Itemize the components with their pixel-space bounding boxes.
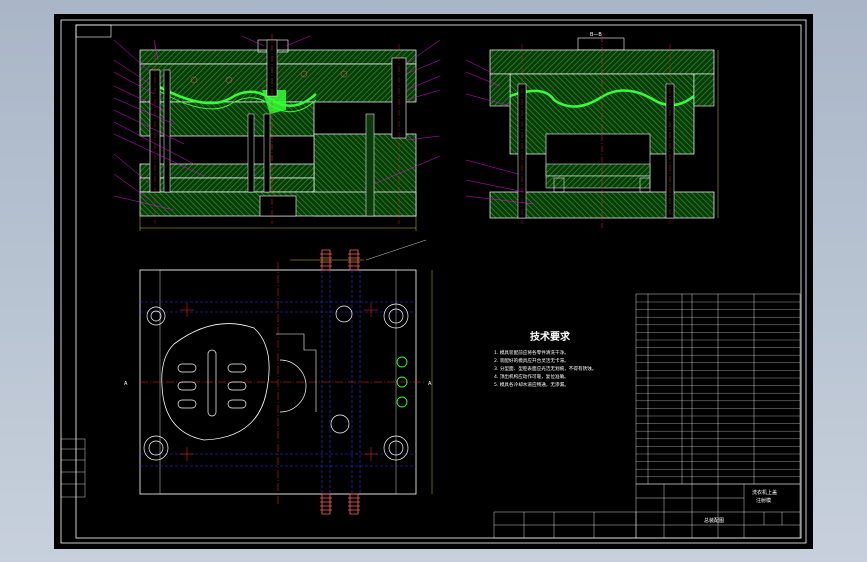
section-marker-left: A [124,381,128,387]
drawing-title-line-1: 洗衣机上盖 [752,489,777,496]
drawing-sheet: A A B—B 技术要求 1. 模具装配前应将各零件清洗干净。 2. 装配好的模… [54,14,813,549]
tech-requirement-2: 2. 装配好的模具应开合灵活无卡滞。 [494,357,569,364]
revision-table [60,438,86,498]
corner-label-box [75,24,112,38]
section-view-b-b [465,36,719,228]
tech-requirement-1: 1. 模具装配前应将各零件清洗干净。 [494,349,569,356]
drawing-title-line-2: 注射模 [756,497,771,504]
tech-requirement-5: 5. 模具各冷却水道应畅通，无渗漏。 [494,381,569,388]
plan-view: A A [124,239,433,515]
drawing-name: 总装配图 [704,517,724,524]
section-marker-right: A [428,381,432,387]
section-title-b-b: B—B [590,32,602,38]
tech-requirements-title: 技术要求 [530,330,571,343]
technical-requirements: 技术要求 1. 模具装配前应将各零件清洗干净。 2. 装配好的模具应开合灵活无卡… [494,330,596,388]
assembly-drawing: A A B—B 技术要求 1. 模具装配前应将各零件清洗干净。 2. 装配好的模… [60,19,807,544]
tech-requirement-3: 3. 分型面、型腔表面应光洁无划痕，不得有锈蚀。 [494,365,596,372]
parts-list [635,293,801,485]
main-section-view [113,34,441,231]
tech-requirement-4: 4. 顶出机构应动作可靠，复位准确。 [494,373,569,380]
